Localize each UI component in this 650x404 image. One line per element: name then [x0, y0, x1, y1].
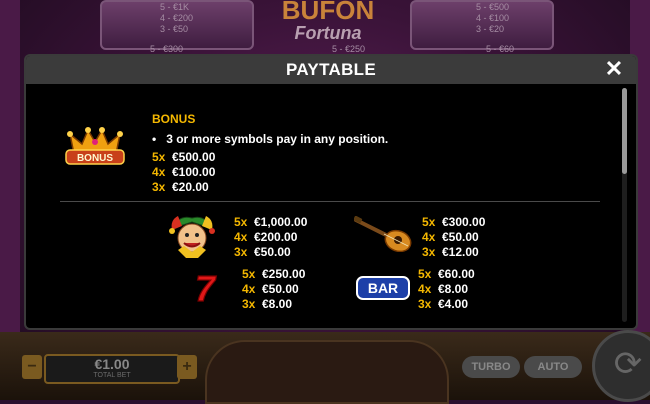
game-logo: BUFON Fortuna — [281, 0, 375, 43]
bonus-rule: • 3 or more symbols pay in any position. — [152, 132, 388, 146]
turbo-button[interactable]: TURBO — [462, 356, 520, 378]
jester-icon — [169, 216, 215, 258]
pay-row: 3x €4.00 — [418, 297, 469, 311]
bonus-section: BONUS BONUS • 3 or more symbols pay in an… — [26, 84, 618, 202]
pay-row: 5x €500.00 — [152, 150, 216, 164]
pay-row: 4x €200.00 — [234, 230, 298, 244]
pay-row: 4x €100.00 — [152, 165, 216, 179]
paytable-modal: PAYTABLE ✕ BONUS BONUS • 3 or more symbol… — [24, 54, 638, 330]
lute-pay-list: 5x €300.00 4x €50.00 3x €12.00 — [422, 215, 485, 260]
modal-title: PAYTABLE — [286, 60, 376, 79]
bg-paycard-right-text: 5 - €500 4 - €100 3 - €20 — [476, 2, 510, 34]
seven-glyph: 7 — [195, 269, 217, 305]
jester-pay-list: 5x €1,000.00 4x €200.00 3x €50.00 — [234, 215, 307, 260]
pay-row: 5x €1,000.00 — [234, 215, 308, 229]
pay-row: 5x €300.00 — [422, 215, 486, 229]
scrollbar[interactable] — [622, 88, 627, 322]
increase-bet-button[interactable]: + — [177, 355, 197, 379]
bonus-icon-text: BONUS — [77, 153, 113, 164]
pay-row: 4x €8.00 — [418, 282, 469, 296]
bet-display: €1.00 TOTAL BET — [44, 354, 180, 384]
bonus-title: BONUS — [152, 112, 196, 126]
pay-row: 5x €60.00 — [418, 267, 475, 281]
decrease-bet-button[interactable]: − — [22, 355, 42, 379]
spin-icon: ⟳ — [613, 345, 643, 383]
bonus-rule-text: 3 or more symbols pay in any position. — [166, 132, 389, 146]
pay-row: 3x €50.00 — [234, 245, 291, 259]
bg-paycard-left-text: 5 - €1K 4 - €200 3 - €50 — [160, 2, 194, 34]
pay-row: 3x €20.00 — [152, 180, 209, 194]
seven-icon: 7 — [194, 269, 217, 305]
bar-icon: BAR — [356, 276, 410, 300]
bullet-icon: • — [152, 132, 157, 146]
scrollbar-thumb[interactable] — [622, 88, 627, 174]
bar-pay-list: 5x €60.00 4x €8.00 3x €4.00 — [418, 267, 475, 312]
pay-row: 5x €250.00 — [242, 267, 306, 281]
center-panel — [205, 340, 449, 404]
pay-row: 3x €8.00 — [242, 297, 293, 311]
seven-pay-list: 5x €250.00 4x €50.00 3x €8.00 — [242, 267, 305, 312]
bar-glyph: BAR — [368, 280, 398, 296]
close-icon: ✕ — [604, 56, 624, 81]
lute-icon — [354, 216, 412, 252]
pay-row: 4x €50.00 — [242, 282, 299, 296]
modal-header: PAYTABLE ✕ — [26, 56, 636, 84]
bonus-pay-list: 5x €500.00 4x €100.00 3x €20.00 — [152, 150, 215, 195]
bet-value: €1.00 — [94, 356, 130, 372]
autoplay-button[interactable]: AUTO — [524, 356, 582, 378]
pay-row: 4x €50.00 — [422, 230, 479, 244]
bet-label: TOTAL BET — [93, 372, 131, 379]
section-divider — [60, 201, 600, 202]
bonus-crown-icon: BONUS — [65, 127, 125, 165]
pay-row: 3x €12.00 — [422, 245, 479, 259]
close-button[interactable]: ✕ — [602, 57, 626, 81]
